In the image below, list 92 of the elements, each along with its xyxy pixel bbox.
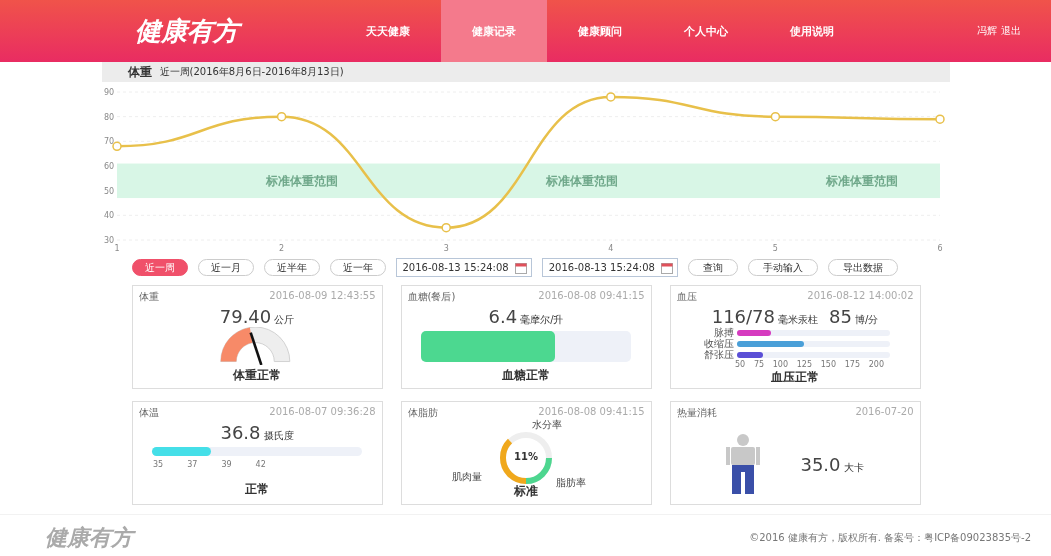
x-tick-label: 5 — [772, 244, 778, 253]
logo[interactable]: 健康有方 — [135, 0, 335, 62]
bar-label: 收缩压 — [703, 337, 734, 349]
period-button[interactable]: 近一年 — [329, 259, 386, 276]
card-time: 2016-08-12 14:00:02 — [807, 290, 914, 303]
metric-unit: 毫摩尔/升 — [520, 313, 564, 327]
metric-value: 35.0 — [800, 453, 841, 475]
metric-value: 36.8 — [220, 422, 261, 443]
nav-tab[interactable]: 健康顾问 — [547, 0, 653, 62]
x-tick-label: 3 — [443, 244, 449, 253]
status-label: 体重正常 — [233, 367, 281, 384]
gauge-fill — [220, 327, 253, 362]
axis-tick: 37 — [187, 460, 198, 469]
copyright-text: ©2016 健康有方，版权所有. 备案号：粤ICP备09023835号-2 — [749, 531, 1031, 545]
y-tick-label: 60 — [103, 162, 114, 171]
y-tick-label: 80 — [103, 112, 114, 122]
x-tick-label: 2 — [278, 244, 284, 253]
card-time: 2016-08-09 12:43:55 — [269, 290, 376, 303]
date-field[interactable]: 2016-08-13 15:24:08 — [541, 258, 678, 277]
axis-tick: 125 — [796, 360, 813, 369]
y-tick-label: 90 — [103, 88, 114, 97]
pulse-unit: 博/分 — [854, 313, 879, 327]
data-point — [770, 111, 780, 122]
card-time: 2016-08-08 09:41:15 — [538, 406, 645, 419]
status-label: 正常 — [245, 481, 269, 498]
data-point — [440, 222, 451, 233]
nav-tab[interactable]: 使用说明 — [759, 0, 865, 62]
action-button[interactable]: 手动输入 — [747, 259, 818, 276]
section-title: 体重 — [127, 63, 152, 81]
nav-tab[interactable]: 天天健康 — [335, 0, 441, 62]
logout-link[interactable]: 退出 — [1001, 24, 1021, 38]
data-point — [934, 114, 945, 124]
card-title: 热量消耗 — [676, 406, 717, 420]
data-point — [276, 111, 286, 122]
card-title: 体温 — [138, 406, 159, 420]
gauge-needle — [249, 332, 263, 365]
y-tick-label: 50 — [103, 186, 114, 196]
band-label: 标准体重范围 — [265, 173, 338, 188]
y-tick-label: 30 — [103, 236, 114, 245]
x-tick-label: 1 — [113, 244, 120, 253]
data-point — [605, 92, 616, 102]
action-button[interactable]: 查询 — [687, 259, 738, 276]
card-title: 血压 — [676, 290, 697, 304]
donut-center-value: 11% — [513, 451, 539, 462]
band-label: 标准体重范围 — [825, 173, 898, 188]
period-button[interactable]: 近一月 — [197, 259, 254, 276]
axis-tick: 42 — [255, 460, 266, 469]
band-label: 标准体重范围 — [545, 173, 618, 188]
donut-label: 水分率 — [532, 418, 562, 432]
calendar-icon[interactable] — [660, 261, 673, 274]
calendar-icon[interactable] — [514, 261, 527, 274]
metric-unit: 摄氏度 — [263, 429, 294, 443]
person-icon — [726, 434, 761, 494]
donut-label: 肌肉量 — [452, 470, 482, 484]
y-tick-label: 70 — [103, 137, 114, 147]
bar-label: 脉搏 — [714, 325, 734, 338]
nav-tab[interactable]: 个人中心 — [653, 0, 759, 62]
y-tick-label: 40 — [103, 211, 114, 221]
card-title: 血糖(餐后) — [407, 290, 456, 304]
axis-tick: 75 — [753, 360, 765, 369]
card-title: 体重 — [138, 290, 159, 304]
x-tick-label: 6 — [936, 244, 943, 253]
metric-unit: 大卡 — [843, 460, 864, 475]
pulse-value: 85 — [829, 306, 852, 327]
axis-tick: 150 — [820, 360, 837, 369]
card-title: 体脂肪 — [407, 406, 438, 420]
axis-tick: 175 — [844, 360, 860, 369]
axis-tick: 35 — [153, 460, 164, 469]
axis-tick: 39 — [221, 460, 232, 469]
metric-value: 79.40 — [219, 306, 272, 327]
metric-unit: 公斤 — [274, 313, 295, 327]
section-subtitle: 近一周(2016年8月6日-2016年8月13日) — [159, 65, 344, 79]
status-label: 血糖正常 — [502, 367, 550, 384]
axis-tick: 100 — [772, 360, 789, 369]
card-time: 2016-08-08 09:41:15 — [538, 290, 645, 303]
user-name: 冯辉 — [977, 24, 997, 38]
period-button[interactable]: 近半年 — [263, 259, 320, 276]
x-tick-label: 4 — [607, 244, 613, 253]
axis-tick: 50 — [735, 360, 746, 369]
bar-label: 舒张压 — [703, 348, 734, 362]
metric-value: 116/78 — [711, 306, 775, 327]
status-label: 标准 — [514, 483, 538, 500]
date-field[interactable]: 2016-08-13 15:24:08 — [395, 258, 532, 277]
metric-unit: 毫米汞柱 — [778, 313, 818, 327]
action-button[interactable]: 导出数据 — [827, 259, 898, 276]
donut-drawing — [498, 430, 554, 486]
metric-value: 6.4 — [488, 306, 518, 327]
card-time: 2016-08-07 09:36:28 — [269, 406, 376, 419]
donut-label: 脂肪率 — [556, 476, 586, 490]
card-time: 2016-07-20 — [855, 406, 914, 419]
status-label: 血压正常 — [771, 369, 819, 386]
axis-tick: 200 — [868, 360, 884, 369]
